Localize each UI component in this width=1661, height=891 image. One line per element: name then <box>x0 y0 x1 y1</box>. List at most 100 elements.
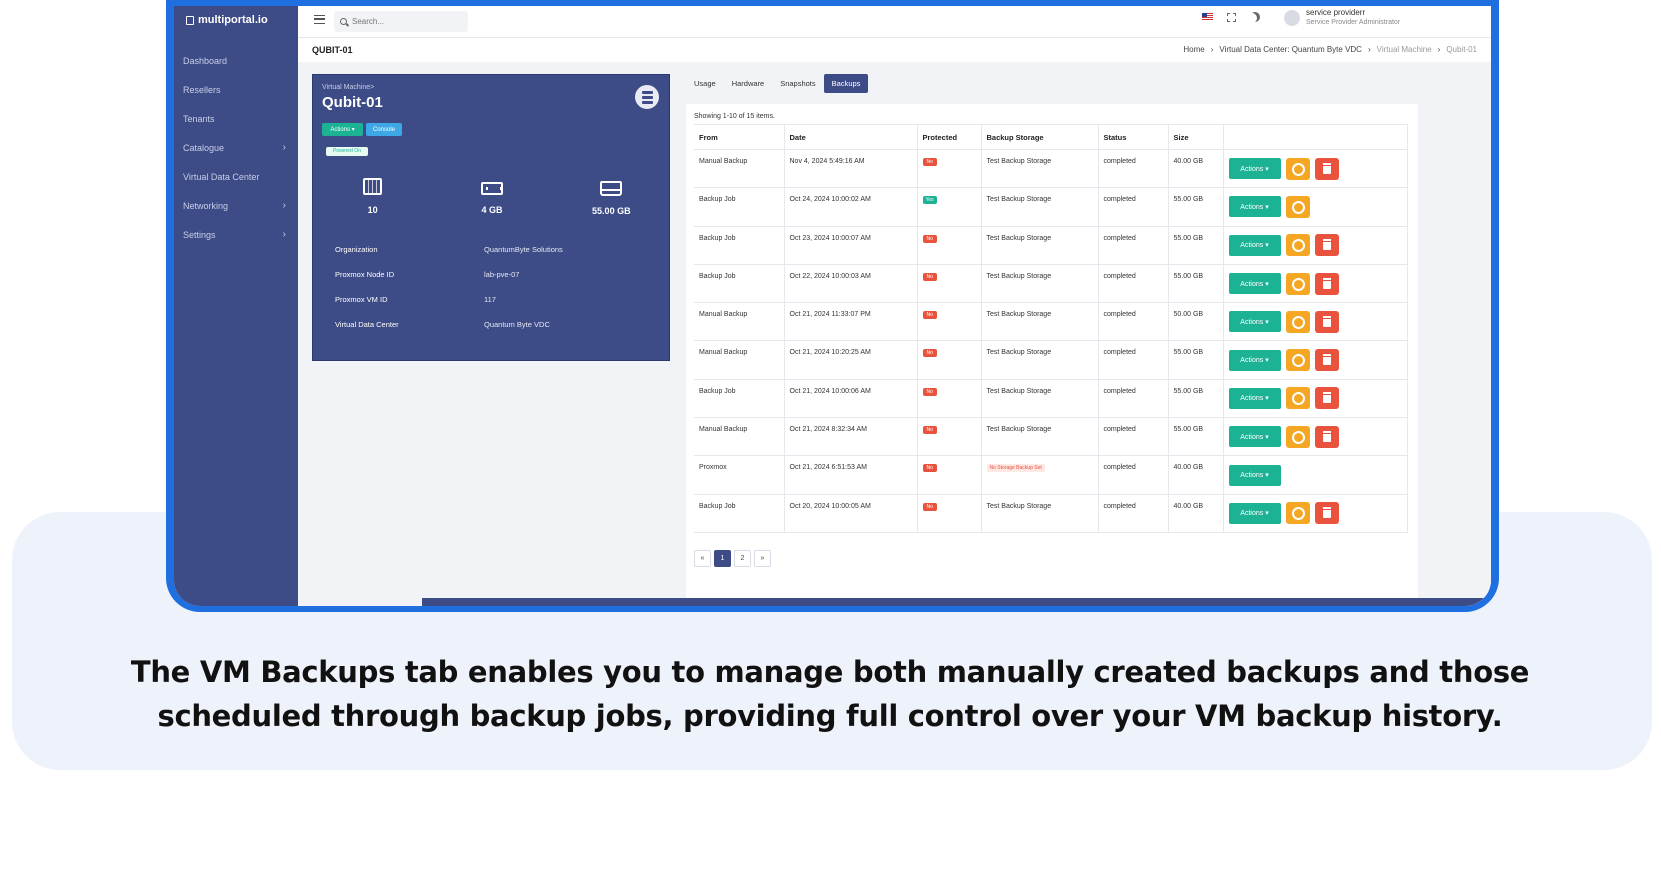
cell-date: Oct 20, 2024 10:00:05 AM <box>784 494 918 533</box>
flag-icon[interactable] <box>1202 13 1213 21</box>
chevron-right-icon: › <box>282 200 286 211</box>
pagination-page[interactable]: 2 <box>734 550 751 567</box>
actions-dropdown-button[interactable]: Actions ▾ <box>1228 349 1281 371</box>
disk-value: 55.00 GB <box>592 206 631 216</box>
actions-label: Actions <box>1240 280 1264 288</box>
trash-icon[interactable] <box>1314 157 1339 180</box>
actions-label: Actions <box>1240 242 1264 250</box>
restore-icon[interactable] <box>1285 272 1310 295</box>
actions-label: Actions <box>1240 165 1264 173</box>
breadcrumb-item[interactable]: Virtual Machine <box>1377 45 1432 54</box>
cell-size: 40.00 GB <box>1168 494 1224 533</box>
restore-icon[interactable] <box>1285 310 1310 333</box>
menu-icon[interactable] <box>314 15 325 24</box>
row-actions: Actions ▾ <box>1228 425 1403 448</box>
actions-label: Actions <box>1240 357 1264 365</box>
cell-status: completed <box>1098 149 1169 189</box>
vm-name: Qubit-01 <box>322 94 383 111</box>
cell-protected: No <box>917 494 982 533</box>
tab-snapshots[interactable]: Snapshots <box>772 74 823 93</box>
sidebar-item-settings[interactable]: Settings › <box>174 220 298 249</box>
pagination-prev[interactable]: « <box>694 550 711 567</box>
pagination-page[interactable]: 1 <box>714 550 731 567</box>
logo-icon <box>186 15 194 25</box>
console-button[interactable]: Console <box>366 123 402 136</box>
actions-dropdown-button[interactable]: Actions ▾ <box>1228 502 1281 524</box>
pagination-next[interactable]: » <box>754 550 771 567</box>
sidebar-item-networking[interactable]: Networking › <box>174 191 298 220</box>
search-input[interactable] <box>352 17 462 26</box>
actions-dropdown-button[interactable]: Actions ▾ <box>1228 158 1281 180</box>
tab-usage[interactable]: Usage <box>686 74 724 93</box>
protected-badge: No <box>922 387 937 396</box>
cell-size: 55.00 GB <box>1168 187 1224 227</box>
tab-backups[interactable]: Backups <box>823 74 869 93</box>
table-row: Backup Job Oct 23, 2024 10:00:07 AM No Test… <box>694 226 1408 265</box>
search-box[interactable] <box>334 11 468 32</box>
cell-status: completed <box>1098 417 1169 457</box>
cell-date: Oct 21, 2024 10:00:06 AM <box>784 379 918 419</box>
cell-actions: Actions ▾ <box>1223 379 1408 419</box>
breadcrumb: Home › Virtual Data Center: Quantum Byte V… <box>1183 45 1477 54</box>
breadcrumb-item[interactable]: Home <box>1183 45 1204 54</box>
sidebar-item-virtual-data-center[interactable]: Virtual Data Center <box>174 162 298 191</box>
trash-icon[interactable] <box>1314 349 1339 372</box>
restore-icon[interactable] <box>1285 425 1310 448</box>
trash-icon[interactable] <box>1314 387 1339 410</box>
cell-protected: Yes <box>917 187 982 227</box>
trash-icon[interactable] <box>1314 234 1339 257</box>
logo[interactable]: multiportal.io <box>186 14 268 26</box>
restore-icon[interactable] <box>1285 502 1310 525</box>
actions-dropdown-button[interactable]: Actions ▾ <box>1228 273 1281 295</box>
actions-dropdown-button[interactable]: Actions ▾ <box>1228 464 1281 486</box>
row-actions: Actions ▾ <box>1228 272 1403 295</box>
sidebar-item-dashboard[interactable]: Dashboard <box>174 46 298 75</box>
cell-storage: Test Backup Storage <box>981 340 1099 380</box>
sidebar-item-resellers[interactable]: Resellers <box>174 75 298 104</box>
sidebar-item-catalogue[interactable]: Catalogue › <box>174 133 298 162</box>
actions-dropdown-button[interactable]: Actions ▾ <box>1228 311 1281 333</box>
column-header-actions <box>1223 124 1408 150</box>
sidebar-item-label: Catalogue <box>183 142 225 153</box>
restore-icon[interactable] <box>1285 234 1310 257</box>
cell-size: 55.00 GB <box>1168 417 1224 457</box>
sidebar-item-label: Dashboard <box>183 55 228 66</box>
trash-icon[interactable] <box>1314 502 1339 525</box>
trash-icon[interactable] <box>1314 310 1339 333</box>
restore-icon[interactable] <box>1285 387 1310 410</box>
info-row: Virtual Data Center Quantum Byte VDC <box>335 320 655 345</box>
cell-actions: Actions ▾ <box>1223 302 1408 342</box>
page-title: QUBIT-01 <box>312 45 353 55</box>
cell-actions: Actions ▾ <box>1223 187 1408 227</box>
sidebar-item-tenants[interactable]: Tenants <box>174 104 298 133</box>
trash-icon[interactable] <box>1314 425 1339 448</box>
restore-icon[interactable] <box>1285 349 1310 372</box>
tab-hardware[interactable]: Hardware <box>724 74 773 93</box>
column-header-backup-storage: Backup Storage <box>981 124 1099 150</box>
moon-icon[interactable] <box>1250 12 1260 22</box>
vm-actions-button[interactable]: Actions ▾ <box>322 123 363 136</box>
fullscreen-icon[interactable] <box>1227 12 1236 22</box>
vm-subtitle[interactable]: Virtual Machine> <box>322 84 374 91</box>
backups-table: From Date Protected Backup Storage Status Siz… <box>694 124 1408 533</box>
actions-dropdown-button[interactable]: Actions ▾ <box>1228 387 1281 409</box>
trash-icon[interactable] <box>1314 272 1339 295</box>
restore-icon[interactable] <box>1285 195 1310 218</box>
restore-icon[interactable] <box>1285 157 1310 180</box>
user-menu[interactable]: service providerr Service Provider Admin… <box>1284 8 1400 27</box>
cell-status: completed <box>1098 302 1169 342</box>
cell-date: Oct 23, 2024 10:00:07 AM <box>784 226 918 265</box>
protected-badge: No <box>922 464 937 473</box>
breadcrumb-item[interactable]: Virtual Data Center: Quantum Byte VDC <box>1219 45 1362 54</box>
actions-dropdown-button[interactable]: Actions ▾ <box>1228 196 1281 218</box>
protected-badge: No <box>922 502 937 511</box>
row-actions: Actions ▾ <box>1228 464 1403 486</box>
actions-dropdown-button[interactable]: Actions ▾ <box>1228 234 1281 256</box>
row-actions: Actions ▾ <box>1228 502 1403 525</box>
cell-protected: No <box>917 226 982 265</box>
table-row: Manual Backup Oct 21, 2024 10:20:25 AM No T… <box>694 340 1408 380</box>
actions-dropdown-button[interactable]: Actions ▾ <box>1228 426 1281 448</box>
protected-badge: No <box>922 426 937 435</box>
cell-storage: Test Backup Storage <box>981 226 1099 265</box>
stat-cpu: 10 <box>323 178 423 216</box>
